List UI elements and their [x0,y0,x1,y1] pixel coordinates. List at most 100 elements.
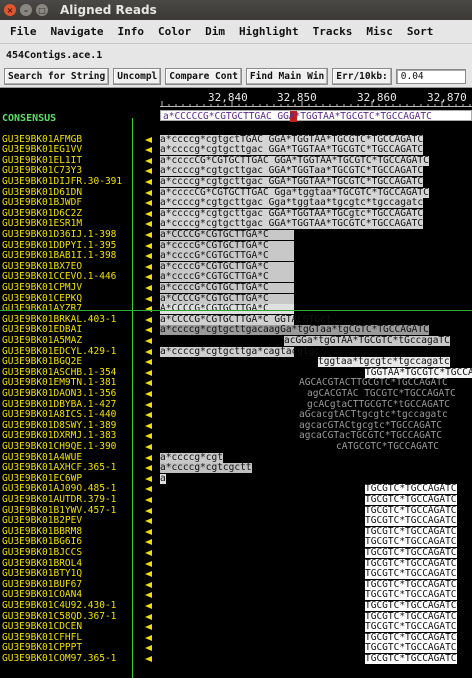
read-name[interactable]: GU3E9BK01CCEVO.1-446 [2,272,116,282]
read-sequence[interactable]: TGCGTC*TGCCAGATC [365,590,457,601]
read-name[interactable]: GU3E9BK01BJCCS [2,548,82,558]
read-sequence[interactable]: TGCGTC*TGCCAGATC [365,537,457,548]
menu-file[interactable]: File [10,25,37,38]
read-sequence[interactable]: a*ccccg*cgtgcttgac GGA*TGGTaa*TGCGTC*TGC… [160,166,424,177]
read-name[interactable]: GU3E9BK01BUF67 [2,579,82,590]
read-sequence[interactable]: a*ccccg*cgtgctTGAC GGA*TGGTAA*TGCGTC*TGC… [160,134,424,145]
search-string-button[interactable]: Search for String [4,68,110,85]
read-sequence[interactable]: a*ccccG*CGTGCTTGA*C [160,283,294,293]
read-name[interactable]: GU3E9BK01BGQ2E [2,357,82,367]
menu-info[interactable]: Info [117,25,144,38]
menu-misc[interactable]: Misc [366,25,393,38]
read-sequence[interactable]: TGCGTC*TGCCAGATC [365,579,457,590]
read-sequence[interactable]: TGCGTC*TGCCAGATC [365,495,457,505]
read-sequence[interactable]: TGCGTC*TGCCAGATC [365,569,457,580]
compare-cont-button[interactable]: Compare Cont [165,68,242,85]
read-name[interactable]: GU3E9BK01C58QD.367-1 [2,611,116,622]
menu-tracks[interactable]: Tracks [313,25,353,38]
read-name[interactable]: GU3E9BK01EDBAI [2,325,82,335]
read-sequence[interactable]: TGCGTC*TGCCAGATC [365,548,457,558]
consensus-sequence[interactable]: a*CCCCCG*CGTGCTTGAC GGA*TGGTAA*TGCGTC*TG… [160,110,472,122]
sequence-area[interactable]: a*CCCCCG*CGTGCTTGAC GGA*TGGTAA*TGCGTC*TG… [160,110,472,678]
read-sequence[interactable]: aGcacgtACTtgcgtc*tgccagatc [299,410,448,420]
read-name[interactable]: GU3E9BK01BJWDF [2,198,82,208]
read-sequence[interactable]: TGCGTC*TGCCAGATC [365,601,457,611]
read-sequence[interactable]: TGCGTC*TGCCAGATC [365,654,457,664]
read-name[interactable]: GU3E9BK01A8ICS.1-440 [2,410,116,420]
read-name[interactable]: GU3E9BK01ASCHB.1-354 [2,367,116,378]
read-name[interactable]: GU3E9BK01A4WUE [2,452,82,463]
read-sequence[interactable]: a*ccccCG*CGTGCTTGAC GGA*TGGTAA*TGCGTC*TG… [160,155,429,166]
read-name[interactable]: GU3E9BK01BTY1Q [2,569,82,579]
read-name[interactable]: GU3E9BK01DXRMJ.1-383 [2,431,116,441]
read-sequence[interactable]: tggtaa*tgcgtc*tgccagatc [318,357,450,368]
read-sequence[interactable]: TGCGTC*TGCCAGATC [365,643,457,654]
read-name[interactable]: GU3E9BK01D36IJ.1-398 [2,230,116,240]
uncompl-button[interactable]: Uncompl [113,68,162,85]
read-sequence[interactable]: TGCGTC*TGCCAGATC [365,516,457,527]
read-sequence[interactable]: acGGa*tgGTAA*TGCGTC*tGccagaTC [284,336,450,346]
read-name[interactable]: GU3E9BK01EG1VV [2,145,82,155]
menu-color[interactable]: Color [158,25,191,38]
read-sequence[interactable]: TGCGTC*TGCCAGATC [365,484,457,495]
read-sequence[interactable]: agcaCGTacTGCGTC*TGCCAGATC [299,431,442,441]
read-name[interactable]: GU3E9BK01AUTDR.379-1 [2,495,116,505]
read-sequence[interactable]: TGCGTC*TGCCAGATC [365,622,457,633]
read-name[interactable]: GU3E9BK01AXHCF.365-1 [2,463,116,473]
read-sequence[interactable]: a*ccccg*cgtgcttga*cagtacgtgc [160,346,320,357]
read-name[interactable]: GU3E9BK01AJ09O.485-1 [2,484,116,494]
read-name[interactable]: GU3E9BK01C73Y3 [2,166,82,176]
read-name[interactable]: GU3E9BK01CH9QE.1-390 [2,442,116,452]
read-name[interactable]: GU3E9BK01COM97.365-1 [2,654,116,664]
read-name[interactable]: GU3E9BK01CFHFL [2,632,82,643]
read-name[interactable]: GU3E9BK01BRKAL.403-1 [2,314,116,325]
read-name[interactable]: GU3E9BK01COAN4 [2,590,82,600]
read-name[interactable]: GU3E9BK01EL1IT [2,155,82,166]
read-sequence[interactable]: TGGTAA*TGCGTC*TGCCAGATC [365,367,472,378]
err-rate-field[interactable]: 0.04 [395,69,466,84]
read-sequence[interactable]: TGCGTC*TGCCAGATC [365,632,457,643]
read-name[interactable]: GU3E9BK01B1YWV.457-1 [2,505,116,516]
read-name[interactable]: GU3E9BK01EDCYL.429-1 [2,346,116,357]
read-name[interactable]: GU3E9BK01BX7EO [2,261,82,272]
alignment-view[interactable]: 32,840 32,850 32,860 32,870 CONSENSUS GU3… [0,88,472,678]
read-name[interactable]: GU3E9BK01EC6WP [2,473,82,484]
read-sequence[interactable]: a*ccccG*CGTGCTTGA*C [160,272,294,283]
read-name[interactable]: GU3E9BK01BROL4 [2,558,82,569]
read-sequence[interactable]: a*CCCCG*CGTGCTTGA*C [160,293,294,304]
read-sequence[interactable]: a*ccccG*CGTGCTTGA*C [160,261,294,272]
read-sequence[interactable]: a*ccccg*cgtgcttgacaagGa*tgGTaa*tgCGTC*TG… [160,325,429,336]
read-sequence[interactable]: a*ccccg*cgt [160,452,223,463]
read-name[interactable]: GU3E9BK01CDCEN [2,622,82,632]
read-name[interactable]: GU3E9BK01DIJFR.30-391 [2,177,122,187]
menu-highlight[interactable]: Highlight [239,25,299,38]
read-sequence[interactable]: TGCGTC*TGCCAGATC [365,558,457,569]
read-sequence[interactable]: a*CCCCG*CGTGCTTGA*C [160,230,294,240]
read-name[interactable]: GU3E9BK01CEPKQ [2,293,82,304]
read-sequence[interactable]: agcacGTACtgcgtc*TGCCAGATC [299,420,442,431]
read-name[interactable]: GU3E9BK01EM9TN.1-381 [2,378,116,388]
read-sequence[interactable]: TGCGTC*TGCCAGATC [365,611,457,622]
read-name[interactable]: GU3E9BK01ESR1M [2,219,82,229]
read-sequence[interactable]: a [160,473,166,484]
read-name[interactable]: GU3E9BK01A5MAZ [2,336,82,346]
maximize-icon[interactable]: □ [36,4,48,16]
read-sequence[interactable]: a*ccccg*cgtgcttgac GGA*TGGTAA*TGCGTC*TGC… [160,177,424,187]
read-sequence[interactable]: TGCGTC*TGCCAGATC [365,505,457,516]
read-sequence[interactable]: a*ccccg*cgtcgctt [160,463,252,474]
read-name[interactable]: GU3E9BK01DDPYI.1-395 [2,240,116,251]
read-sequence[interactable]: a*CCCCG*CGTGCTTGA*C GGTACGTGct [160,314,332,325]
read-sequence[interactable]: a*ccccg*cgtgcttgac Gga*tggtaa*tgcgtc*tgc… [160,198,424,209]
read-sequence[interactable]: cATGCGTC*TGCCAGATC [336,442,439,452]
read-name[interactable]: GU3E9BK01B2PEV [2,516,82,526]
read-sequence[interactable]: a*ccccG*CGTGCTTGA*C [160,240,294,251]
read-sequence[interactable]: a*ccccG*CGTGCTTGA*C [160,251,294,262]
read-name[interactable]: GU3E9BK01BBRM8 [2,526,82,537]
read-name[interactable]: GU3E9BK01BG6I6 [2,537,82,547]
read-sequence[interactable]: agCACGTAC TGCGTC*TGCCAGATC [307,389,456,399]
minimize-icon[interactable]: – [20,4,32,16]
menu-dim[interactable]: Dim [205,25,225,38]
menu-sort[interactable]: Sort [407,25,434,38]
read-sequence[interactable]: a*ccccg*cgtgcttgac GGA*TGGTAA*TGCGTC*TGC… [160,145,424,156]
read-sequence[interactable]: a*ccccg*cgtgcttgac GGA*TGGTAA*TGCGTC*TGC… [160,219,424,230]
